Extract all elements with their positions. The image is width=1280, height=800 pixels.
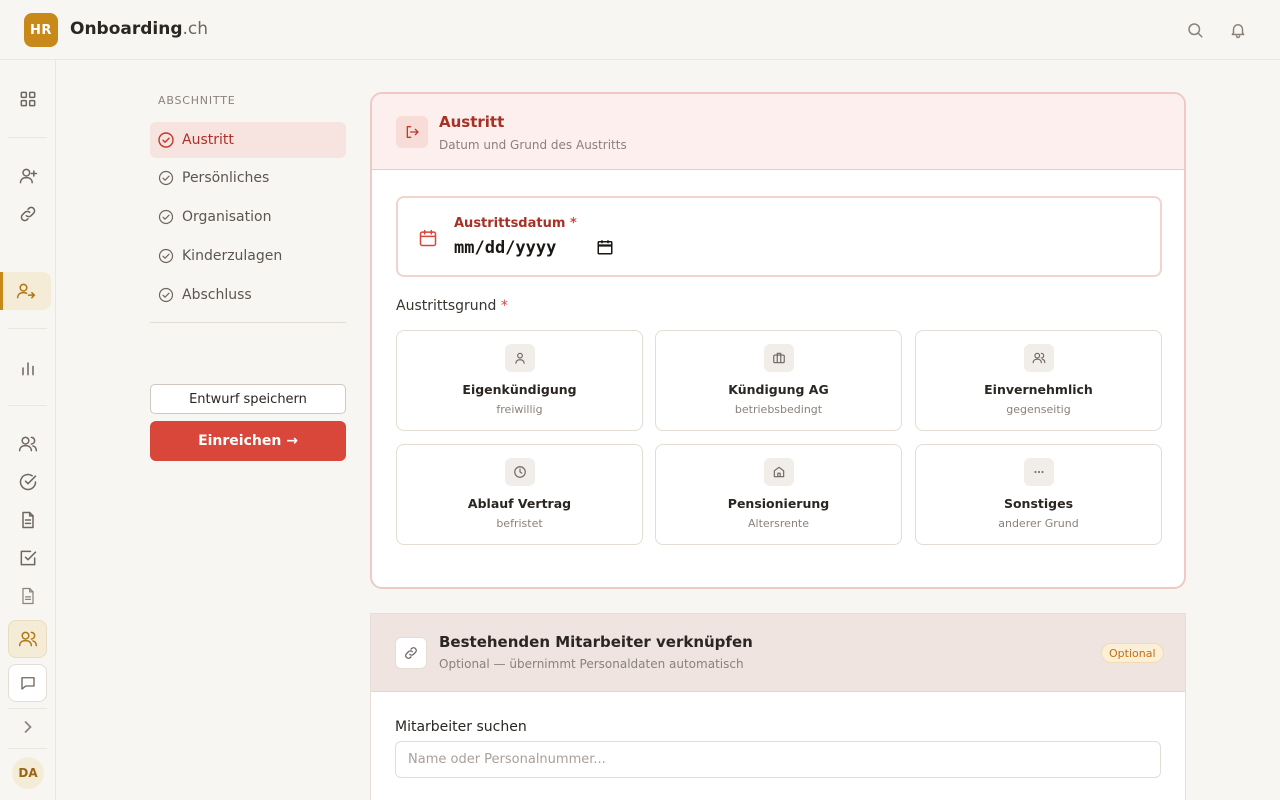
user-plus-icon[interactable] (0, 157, 56, 195)
save-draft-button[interactable]: Entwurf speichern (150, 384, 346, 414)
rail-divider (8, 405, 47, 406)
exit-card-header: Austritt Datum und Grund des Austritts (372, 94, 1184, 170)
brand-name[interactable]: Onboarding.ch (70, 19, 208, 39)
section-label: Austritt (182, 132, 234, 148)
brand-suffix: .ch (182, 19, 209, 39)
reason-option-eigenkuendigung[interactable]: Eigenkündigung freiwillig (396, 330, 643, 431)
reason-option-sonstiges[interactable]: Sonstiges anderer Grund (915, 444, 1162, 545)
exit-date-value[interactable]: mm/dd/yyyy (454, 238, 556, 258)
exit-date-field[interactable]: Austrittsdatum * mm/dd/yyyy (396, 196, 1162, 277)
top-header: HR Onboarding.ch (0, 0, 1280, 60)
check-circle-icon (158, 170, 174, 186)
exit-card-title: Austritt (439, 113, 505, 131)
exit-reason-label: Austrittsgrund * (396, 298, 508, 314)
reason-subtitle: betriebsbedingt (734, 403, 823, 416)
logout-icon (396, 116, 428, 148)
required-mark: * (569, 216, 577, 231)
employee-search-input[interactable] (395, 741, 1161, 778)
reason-title: Pensionierung (727, 496, 830, 511)
search-icon[interactable] (1185, 20, 1205, 40)
reason-subtitle: freiwillig (496, 403, 543, 416)
section-item-austritt[interactable]: Austritt (150, 122, 346, 158)
check-circle-icon (158, 248, 174, 264)
user-exit-icon[interactable] (0, 272, 51, 310)
icon-rail (0, 60, 56, 800)
reason-title: Einvernehmlich (984, 382, 1093, 397)
link-icon (395, 637, 427, 669)
link-card-title: Bestehenden Mitarbeiter verknüpfen (439, 633, 753, 651)
brand-main: Onboarding (70, 19, 183, 39)
rail-divider (8, 748, 47, 749)
home-icon (764, 458, 794, 486)
exit-date-label-text: Austrittsdatum (454, 216, 566, 231)
date-picker-icon[interactable] (596, 238, 614, 256)
exit-reason-label-text: Austrittsgrund (396, 298, 497, 314)
chat-icon[interactable] (8, 664, 47, 702)
avatar[interactable]: DA (12, 757, 44, 789)
employee-search-label: Mitarbeiter suchen (395, 719, 527, 735)
section-label: Persönliches (182, 170, 270, 186)
check-circle-icon (158, 209, 174, 225)
bell-icon[interactable] (1228, 20, 1248, 40)
link-employee-card: Bestehenden Mitarbeiter verknüpfen Optio… (370, 613, 1186, 800)
checkbox-icon[interactable] (0, 539, 56, 577)
reason-subtitle: befristet (496, 517, 543, 530)
reason-option-kuendigung-ag[interactable]: Kündigung AG betriebsbedingt (655, 330, 902, 431)
exit-card-subtitle: Datum und Grund des Austritts (439, 138, 627, 152)
app-logo[interactable]: HR (24, 13, 58, 47)
users-icon (1024, 344, 1054, 372)
reason-subtitle: anderer Grund (998, 517, 1079, 530)
rail-divider (8, 137, 47, 138)
calendar-icon (418, 228, 438, 248)
section-item-persoenliches[interactable]: Persönliches (150, 160, 346, 196)
section-divider (150, 322, 346, 323)
check-circle-icon (158, 287, 174, 303)
grid-icon[interactable] (0, 80, 56, 118)
submit-button[interactable]: Einreichen → (150, 421, 346, 461)
exit-date-label: Austrittsdatum * (454, 216, 577, 231)
section-item-abschluss[interactable]: Abschluss (150, 277, 346, 313)
section-label: Kinderzulagen (182, 248, 283, 264)
chevron-right-icon[interactable] (0, 708, 56, 746)
person-icon (505, 344, 535, 372)
reason-subtitle: gegenseitig (1006, 403, 1071, 416)
section-item-organisation[interactable]: Organisation (150, 199, 346, 235)
bar-chart-icon[interactable] (0, 349, 56, 387)
section-label: Organisation (182, 209, 272, 225)
reason-option-einvernehmlich[interactable]: Einvernehmlich gegenseitig (915, 330, 1162, 431)
more-icon (1024, 458, 1054, 486)
reason-option-ablauf-vertrag[interactable]: Ablauf Vertrag befristet (396, 444, 643, 545)
reason-subtitle: Altersrente (747, 517, 809, 530)
file-icon[interactable] (0, 577, 56, 615)
optional-badge: Optional (1101, 643, 1164, 663)
check-circle-icon[interactable] (0, 463, 56, 501)
team-icon[interactable] (8, 620, 47, 658)
reason-title: Kündigung AG (728, 382, 829, 397)
sections-heading: ABSCHNITTE (158, 94, 236, 107)
link-card-subtitle: Optional — übernimmt Personaldaten autom… (439, 657, 744, 671)
reason-title: Ablauf Vertrag (467, 496, 572, 511)
reason-title: Eigenkündigung (462, 382, 577, 397)
document-icon[interactable] (0, 501, 56, 539)
reason-option-pensionierung[interactable]: Pensionierung Altersrente (655, 444, 902, 545)
users-icon[interactable] (0, 425, 56, 463)
rail-divider (8, 328, 47, 329)
briefcase-icon (764, 344, 794, 372)
section-label: Abschluss (182, 287, 252, 303)
check-circle-icon (158, 132, 174, 148)
clock-icon (505, 458, 535, 486)
required-mark: * (500, 298, 508, 314)
exit-card: Austritt Datum und Grund des Austritts A… (370, 92, 1186, 589)
link-card-header: Bestehenden Mitarbeiter verknüpfen Optio… (371, 614, 1185, 692)
link-icon[interactable] (0, 195, 56, 233)
reason-title: Sonstiges (1003, 496, 1074, 511)
section-item-kinderzulagen[interactable]: Kinderzulagen (150, 238, 346, 274)
